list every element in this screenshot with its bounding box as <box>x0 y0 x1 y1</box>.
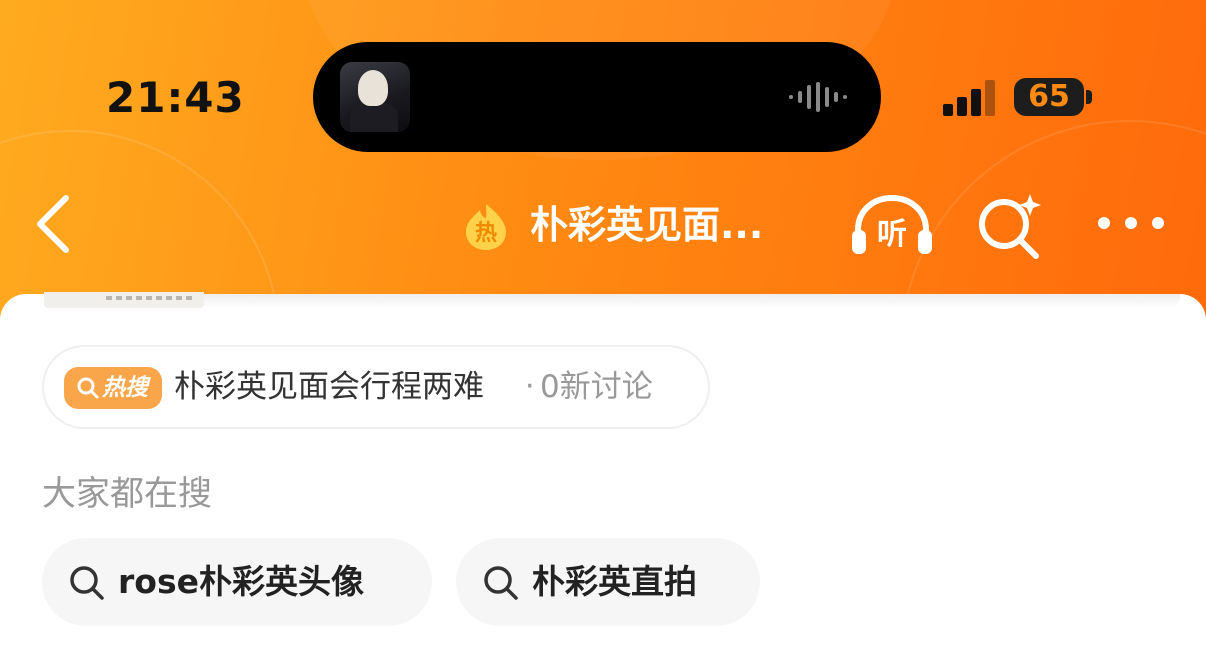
status-time: 21:43 <box>106 73 245 122</box>
panel-top-shadow <box>200 294 1180 308</box>
related-search-chip[interactable]: rose朴彩英头像 <box>42 538 432 626</box>
svg-text:热: 热 <box>475 220 497 246</box>
hot-search-separator: · <box>525 369 535 404</box>
hot-search-tag-label: 热搜 <box>102 375 148 401</box>
hot-search-meta: 0新讨论 <box>540 369 653 405</box>
search-icon <box>70 566 104 600</box>
battery-icon: 65 <box>1014 78 1084 116</box>
dynamic-island[interactable] <box>313 42 881 152</box>
battery-tip <box>1086 90 1092 104</box>
search-sparkle-icon[interactable] <box>974 190 1048 260</box>
thumbnail-figure-head <box>358 70 388 106</box>
cellular-signal-icon <box>943 80 995 116</box>
related-search-chip[interactable]: 朴彩英直拍 <box>456 538 760 626</box>
scrolled-image-edge <box>44 292 204 308</box>
listen-label: 听 <box>877 217 907 252</box>
hot-flame-badge-icon: 热 <box>466 204 506 250</box>
now-playing-thumbnail[interactable] <box>340 62 410 132</box>
listen-headphones-icon[interactable]: 听 <box>848 190 936 260</box>
more-dots-icon[interactable] <box>1096 208 1166 238</box>
search-icon <box>77 377 99 399</box>
nav-title-group[interactable]: 热 朴彩英见面... <box>460 196 800 254</box>
related-search-label: rose朴彩英头像 <box>118 562 364 601</box>
screen: 21:43 65 热 朴彩英见面... 听 热搜 朴彩英见面会行程两难 · 0新… <box>0 0 1206 667</box>
thumbnail-figure-body <box>350 102 398 132</box>
hot-search-tag: 热搜 <box>64 367 162 409</box>
hot-search-pill[interactable]: 热搜 朴彩英见面会行程两难 · 0新讨论 <box>42 345 710 429</box>
related-searches-heading: 大家都在搜 <box>42 474 212 514</box>
audio-waveform-icon <box>789 82 847 112</box>
battery-level: 65 <box>1028 79 1070 114</box>
scrolled-image-detail <box>106 296 194 300</box>
search-icon <box>484 566 518 600</box>
back-chevron-icon[interactable] <box>30 192 80 256</box>
hot-search-topic: 朴彩英见面会行程两难 <box>174 369 484 405</box>
related-search-label: 朴彩英直拍 <box>532 562 697 601</box>
page-title: 朴彩英见面... <box>530 203 764 247</box>
